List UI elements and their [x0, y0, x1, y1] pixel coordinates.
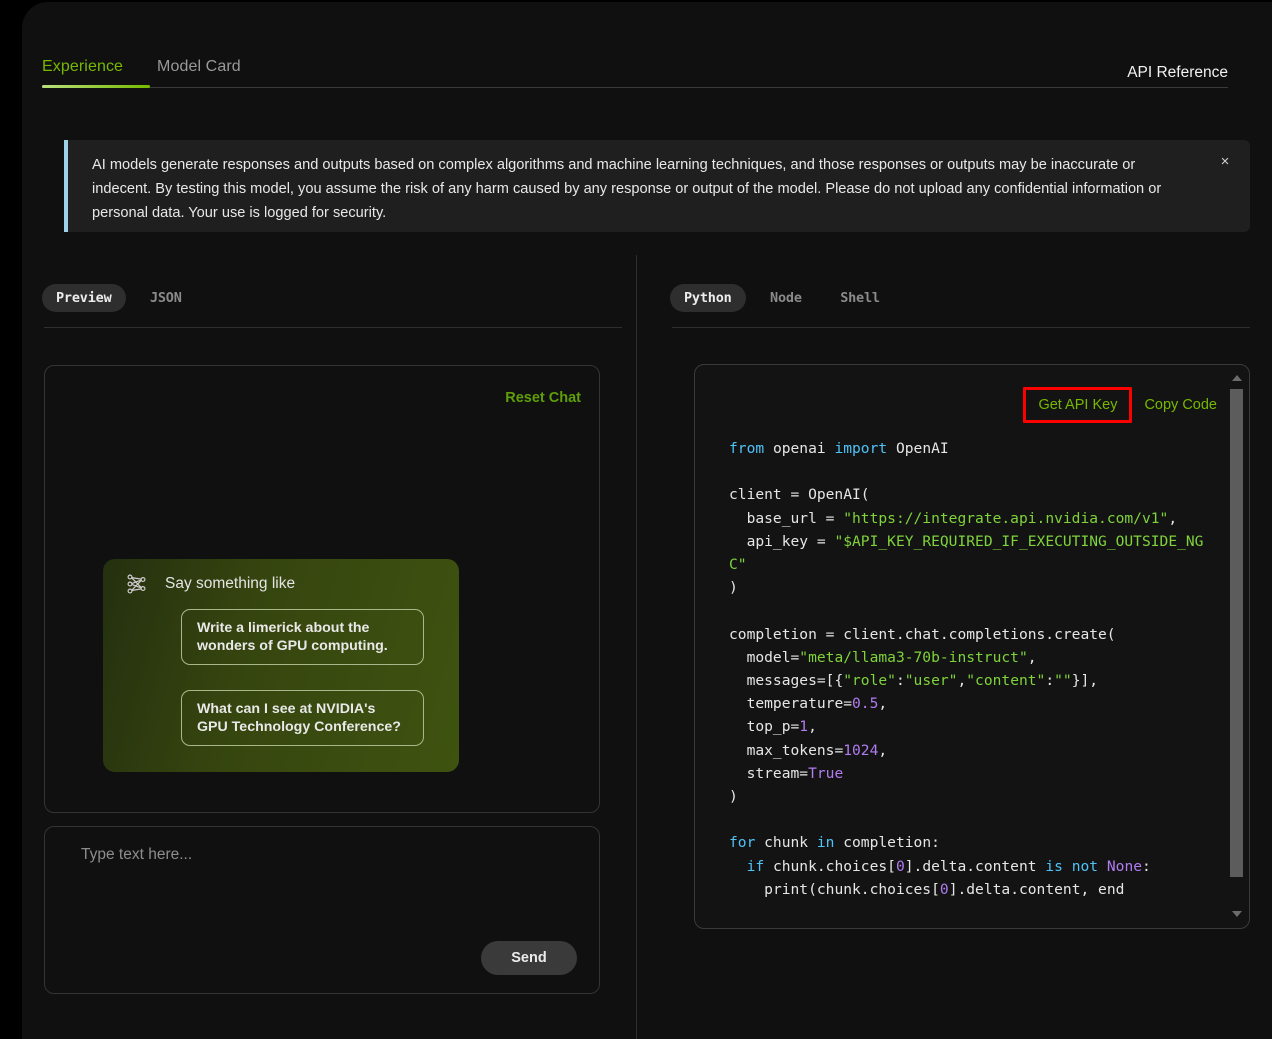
top-navigation: Experience Model Card API Reference: [42, 44, 1228, 96]
tab-python[interactable]: Python: [670, 284, 746, 312]
get-api-key-highlight: Get API Key: [1023, 387, 1133, 423]
copy-code-button[interactable]: Copy Code: [1142, 391, 1219, 419]
neural-network-icon: [125, 572, 149, 596]
tab-shell[interactable]: Shell: [826, 284, 894, 312]
code-scrollbar[interactable]: [1230, 371, 1243, 922]
pane-divider: [636, 255, 637, 1039]
banner-text: AI models generate responses and outputs…: [92, 157, 1162, 221]
language-tab-underline: [672, 327, 1250, 328]
tab-experience[interactable]: Experience: [42, 58, 123, 88]
suggestions-title: Say something like: [165, 575, 296, 592]
playground-window: Experience Model Card API Reference AI m…: [22, 2, 1272, 1039]
preview-pane: Preview JSON: [42, 284, 622, 332]
tab-json[interactable]: JSON: [136, 284, 196, 312]
send-button[interactable]: Send: [481, 941, 577, 975]
suggestions-header: Say something like: [125, 572, 295, 596]
scroll-down-arrow-icon[interactable]: [1231, 909, 1242, 920]
preview-tab-group: Preview JSON: [42, 284, 622, 332]
tab-active-indicator: [42, 85, 150, 88]
message-composer[interactable]: Type text here... Send: [44, 826, 600, 994]
code-snippet-card: Get API Key Copy Code from openai import…: [694, 364, 1250, 929]
code-pane: Python Node Shell Get API Key Copy Code …: [670, 284, 1250, 929]
preview-tab-underline: [44, 327, 622, 328]
chat-preview-card: Reset Chat Say something like Write a li…: [44, 365, 600, 813]
tab-row: Experience Model Card: [42, 44, 1228, 88]
code-action-row: Get API Key Copy Code: [1023, 387, 1219, 423]
tab-underline-track: [42, 87, 1228, 88]
reset-chat-button[interactable]: Reset Chat: [505, 390, 581, 406]
language-tab-group: Python Node Shell: [670, 284, 1250, 332]
suggestions-card: Say something like Write a limerick abou…: [103, 559, 459, 772]
tab-model-card[interactable]: Model Card: [157, 58, 241, 88]
close-icon[interactable]: ×: [1216, 153, 1234, 171]
tab-preview[interactable]: Preview: [42, 284, 126, 312]
disclaimer-banner: AI models generate responses and outputs…: [64, 140, 1250, 232]
suggestion-item-1[interactable]: Write a limerick about the wonders of GP…: [181, 609, 424, 665]
api-reference-link[interactable]: API Reference: [1127, 64, 1228, 82]
suggestion-item-2[interactable]: What can I see at NVIDIA's GPU Technolog…: [181, 690, 424, 746]
scrollbar-thumb[interactable]: [1230, 389, 1243, 877]
message-input-placeholder[interactable]: Type text here...: [81, 846, 192, 864]
code-text: from openai import OpenAI client = OpenA…: [729, 440, 1204, 898]
scroll-up-arrow-icon[interactable]: [1231, 373, 1242, 384]
banner-accent-bar: [64, 140, 68, 232]
tab-node[interactable]: Node: [756, 284, 816, 312]
get-api-key-button[interactable]: Get API Key: [1038, 397, 1117, 413]
